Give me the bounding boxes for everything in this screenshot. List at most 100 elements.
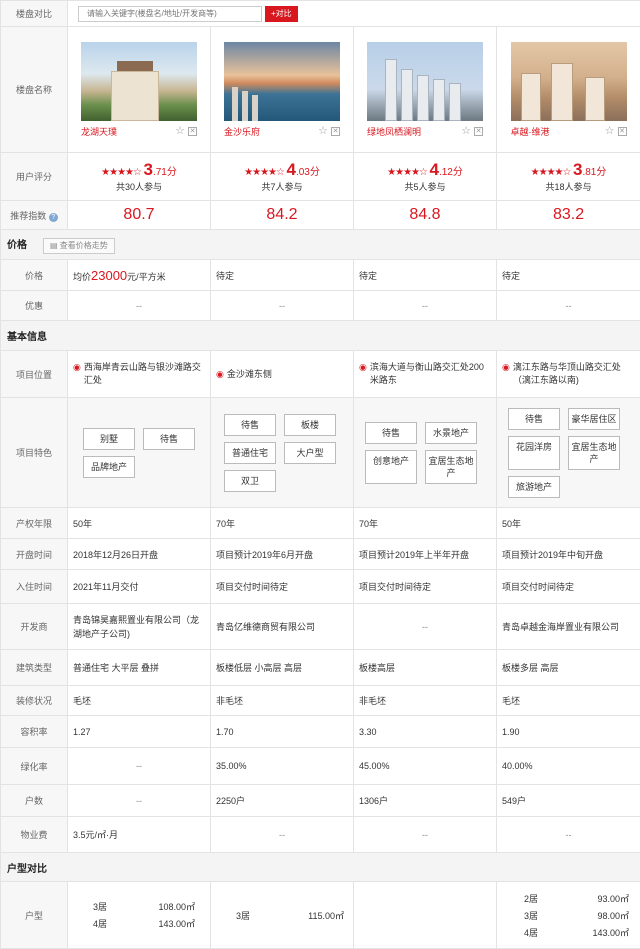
building-value: 板楼多层 高层	[495, 649, 640, 686]
property-name-link[interactable]: 龙湖天璞	[81, 125, 117, 138]
unit-area: 108.00㎡	[158, 902, 195, 912]
fee-value: --	[495, 816, 640, 853]
move-in-value: 2021年11月交付	[67, 569, 211, 604]
years-value: 50年	[495, 507, 640, 539]
row-label-developer: 开发商	[0, 603, 68, 650]
years-value: 70年	[353, 507, 497, 539]
open-value: 项目预计2019年中旬开盘	[495, 538, 640, 570]
compare-table: 楼盘对比 +对比 楼盘名称 龙湖天璞 ☆✕	[0, 0, 640, 949]
score-int: 4	[286, 160, 296, 179]
discount-value: --	[210, 290, 354, 321]
search-label: 楼盘对比	[0, 0, 68, 27]
property-image[interactable]	[510, 41, 627, 121]
years-value: 50年	[67, 507, 211, 539]
location-text: 滨海大道与衡山路交汇处200米路东	[369, 362, 484, 385]
favorite-star-icon[interactable]: ☆	[175, 126, 185, 137]
developer-value: --	[353, 603, 497, 650]
developer-value: 青岛卓越金海岸置业有限公司	[495, 603, 640, 650]
price-trend-button[interactable]: ▤ 查看价格走势	[43, 237, 115, 254]
property-image[interactable]	[81, 41, 197, 121]
unit-type: 2居	[524, 893, 539, 904]
favorite-star-icon[interactable]: ☆	[461, 126, 471, 137]
open-value: 项目预计2019年上半年开盘	[353, 538, 497, 570]
decoration-value: 毛坯	[495, 685, 640, 716]
row-label-open: 开盘时间	[0, 538, 68, 570]
plot-value: 1.70	[210, 715, 354, 748]
decoration-value: 非毛坯	[210, 685, 354, 716]
location-pin-icon: ◉	[73, 362, 81, 372]
feature-tag: 普通住宅	[224, 441, 276, 464]
feature-tag: 宜居生态地产	[425, 449, 477, 484]
location-pin-icon: ◉	[359, 362, 367, 372]
price-status: 待定	[353, 259, 497, 291]
favorite-star-icon[interactable]: ☆	[605, 126, 615, 137]
row-label-price: 价格	[0, 259, 68, 291]
developer-value: 青岛锦昊嘉熙置业有限公司（龙湖地产子公司)	[67, 603, 211, 650]
feature-tag: 待售	[508, 407, 560, 430]
unit-area: 93.00㎡	[597, 893, 630, 904]
row-label-greening: 绿化率	[0, 747, 68, 785]
recommend-index: 83.2	[495, 200, 640, 230]
property-image[interactable]	[367, 41, 483, 121]
greening-value: 40.00%	[495, 747, 640, 785]
open-value: 2018年12月26日开盘	[67, 538, 211, 570]
row-label-decoration: 装修状况	[0, 685, 68, 716]
rating-count: 共5人参与	[404, 182, 446, 192]
rating-stars: ★★★★☆	[387, 167, 428, 178]
price-status: 待定	[495, 259, 640, 291]
row-label-move-in: 入住时间	[0, 569, 68, 604]
score-dec: .12分	[438, 167, 463, 178]
move-in-value: 项目交付时间待定	[210, 569, 354, 604]
fee-value: --	[210, 816, 354, 853]
feature-tag: 待售	[365, 421, 417, 444]
property-image[interactable]	[224, 41, 340, 121]
fee-value: --	[353, 816, 497, 853]
score-dec: .81分	[582, 167, 607, 178]
section-title-price: 价格	[7, 239, 27, 251]
score-dec: .03分	[295, 167, 320, 178]
feature-tag: 花园洋房	[508, 435, 560, 470]
decoration-value: 毛坯	[67, 685, 211, 716]
fee-value: 3.5元/㎡·月	[67, 816, 211, 853]
open-value: 项目预计2019年6月开盘	[210, 538, 354, 570]
greening-value: --	[67, 747, 211, 785]
recommend-index: 84.8	[353, 200, 497, 230]
unit-area: 115.00㎡	[308, 910, 344, 921]
price-prefix: 均价	[73, 271, 92, 282]
recommend-index: 80.7	[67, 200, 211, 230]
row-label-name: 楼盘名称	[0, 26, 68, 153]
location-text: 金沙滩东侧	[226, 368, 272, 379]
remove-icon[interactable]: ✕	[617, 126, 627, 136]
households-value: 2250户	[210, 784, 354, 817]
remove-icon[interactable]: ✕	[331, 126, 340, 136]
row-label-fee: 物业费	[0, 816, 68, 853]
row-label-unit: 户型	[0, 881, 68, 949]
remove-icon[interactable]: ✕	[188, 126, 197, 136]
recommend-index: 84.2	[210, 200, 354, 230]
feature-tag: 板楼	[284, 413, 336, 436]
property-name-link[interactable]: 绿地凤栖澜明	[367, 125, 421, 138]
feature-tag: 大户型	[284, 441, 336, 464]
search-input[interactable]	[78, 5, 262, 22]
feature-tag: 水景地产	[425, 421, 477, 444]
years-value: 70年	[210, 507, 354, 539]
discount-value: --	[67, 290, 211, 321]
property-name-link[interactable]: 卓越·维港	[511, 125, 550, 138]
unit-empty	[353, 881, 497, 949]
property-name-link[interactable]: 金沙乐府	[224, 125, 260, 138]
add-compare-button[interactable]: +对比	[265, 5, 298, 22]
rating-count: 共7人参与	[261, 182, 303, 192]
plot-value: 1.27	[67, 715, 211, 748]
remove-icon[interactable]: ✕	[474, 126, 483, 136]
building-value: 板楼低层 小高层 高层	[210, 649, 354, 686]
unit-area: 143.00㎡	[592, 927, 630, 938]
location-text: 西海岸青云山路与银沙滩路交汇处	[83, 362, 201, 385]
favorite-star-icon[interactable]: ☆	[318, 126, 328, 137]
unit-type: 3居	[236, 910, 251, 921]
feature-tag: 待售	[224, 413, 276, 436]
row-label-plot: 容积率	[0, 715, 68, 748]
help-icon[interactable]: ?	[48, 212, 58, 222]
plot-value: 1.90	[495, 715, 640, 748]
feature-tag: 宜居生态地产	[568, 435, 620, 470]
feature-tag: 别墅	[83, 427, 135, 450]
